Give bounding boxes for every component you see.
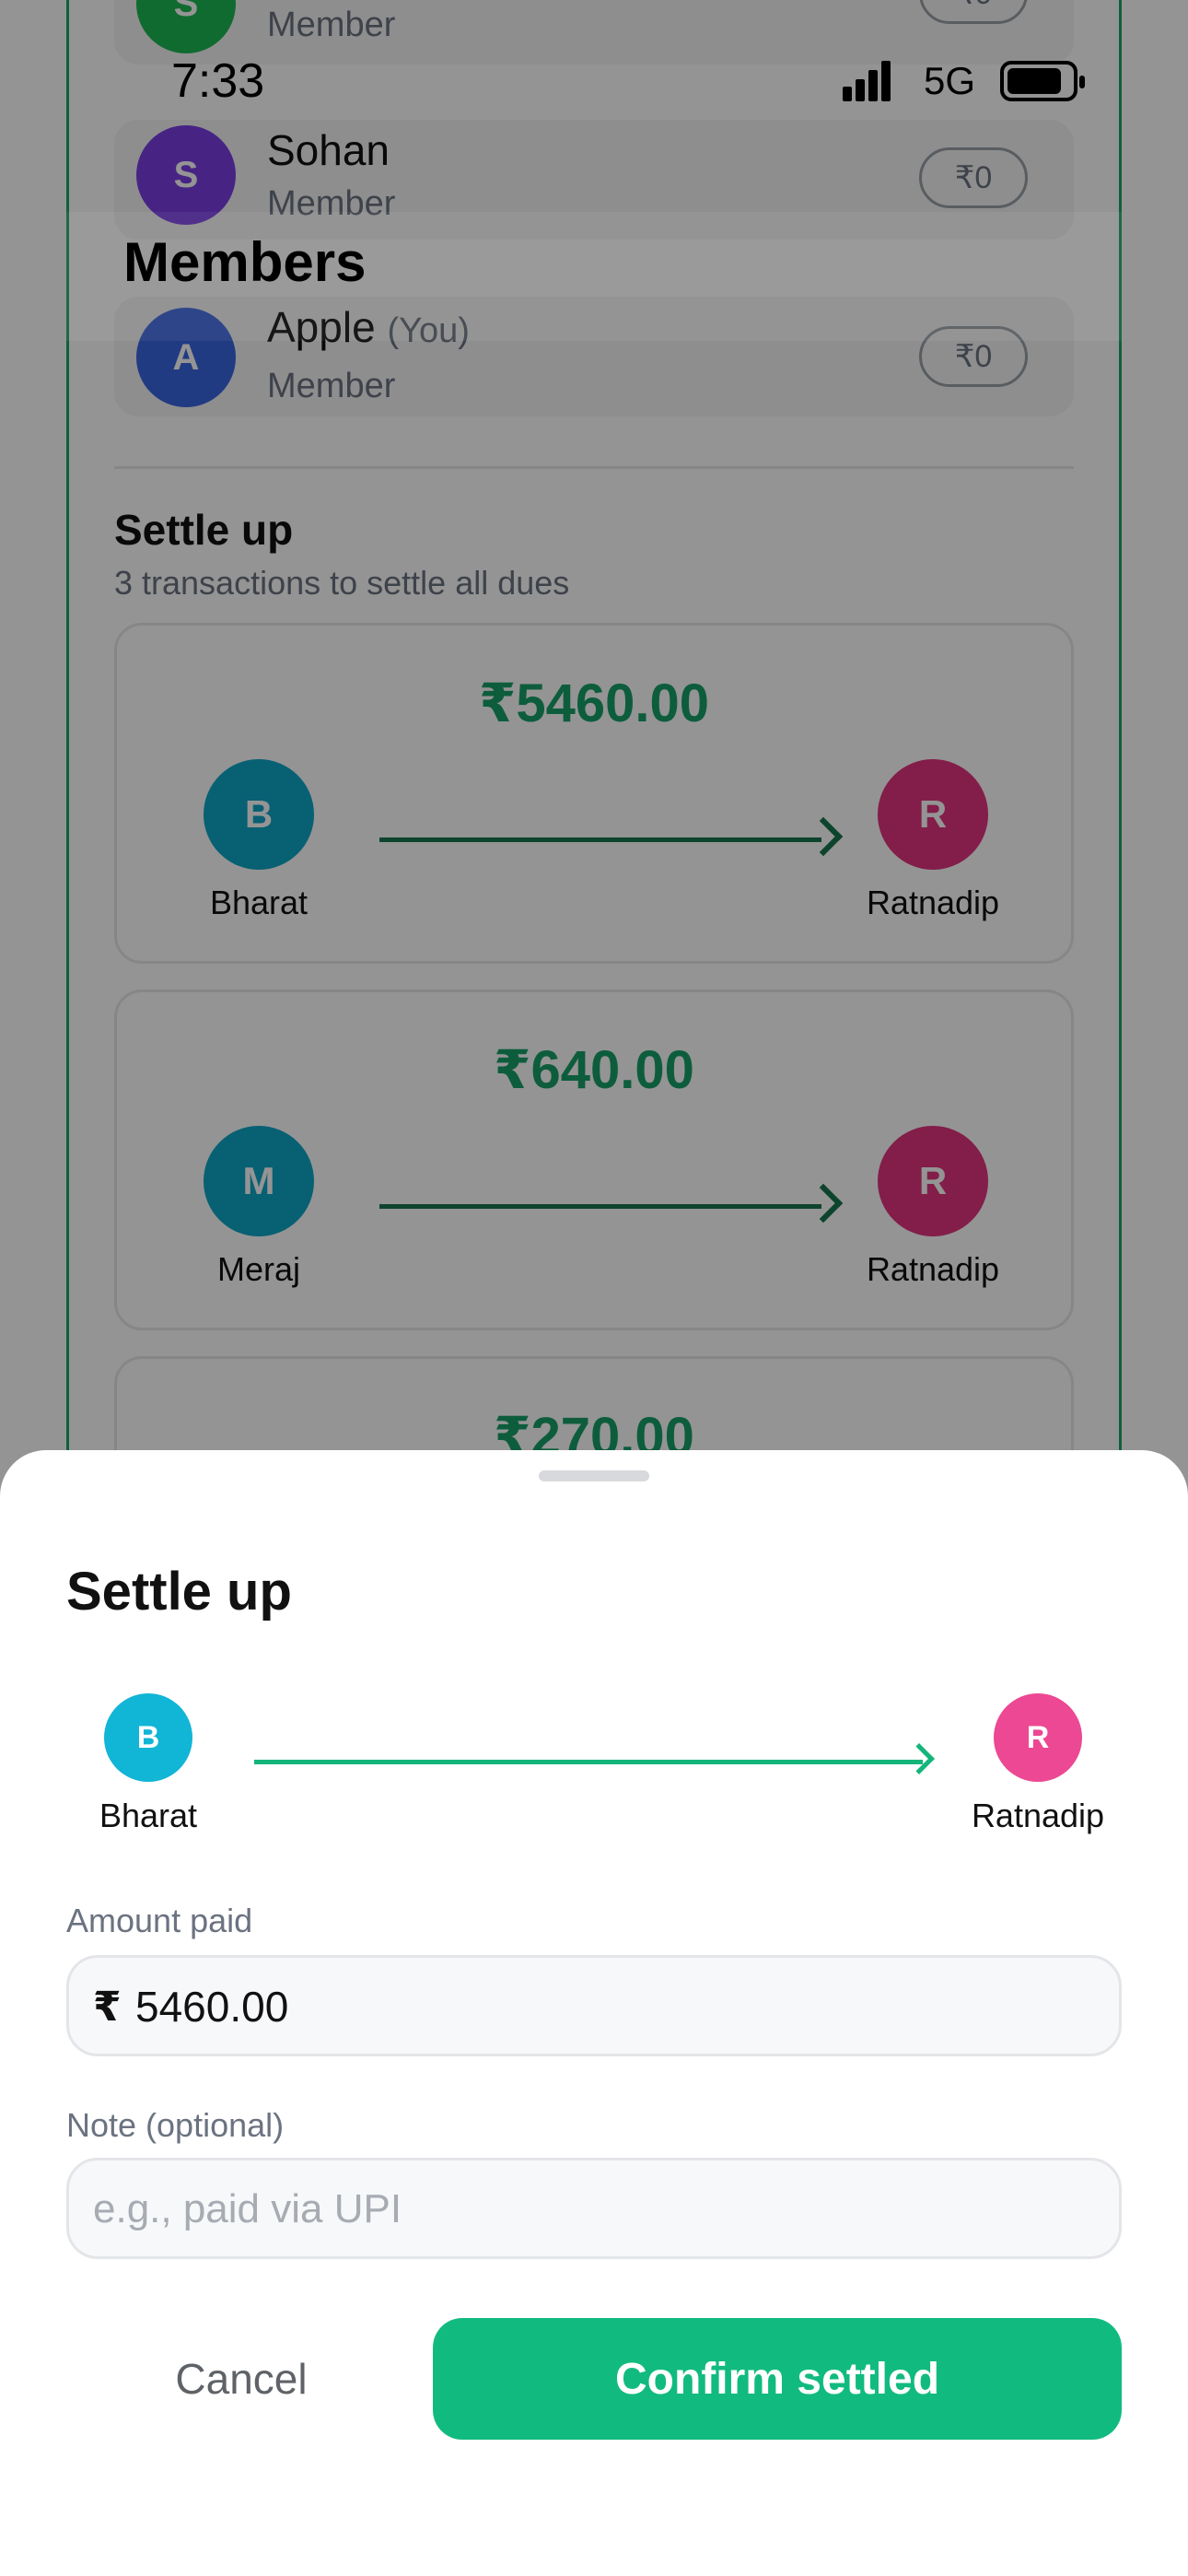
avatar-from: B: [104, 1693, 192, 1782]
note-input-placeholder[interactable]: e.g., paid via UPI: [93, 2186, 402, 2232]
amount-input[interactable]: 5460.00: [135, 1982, 288, 2032]
settle-up-sheet: Settle up B Bharat R Ratnadip Amount pai…: [0, 1450, 1188, 2576]
members-header-title: Members: [123, 231, 367, 293]
cancel-button[interactable]: Cancel: [66, 2318, 416, 2440]
amount-field[interactable]: ₹ 5460.00: [66, 1955, 1122, 2056]
note-label: Note (optional): [66, 2106, 285, 2144]
avatar-to: R: [994, 1693, 1082, 1782]
transfer-line: [254, 1760, 923, 1764]
signal-icon: [843, 61, 902, 101]
from-name: Bharat: [99, 1797, 198, 1834]
amount-label: Amount paid: [66, 1902, 253, 1939]
to-name: Ratnadip: [971, 1797, 1105, 1834]
arrow-right-icon: [903, 1743, 935, 1774]
note-field[interactable]: e.g., paid via UPI: [66, 2158, 1122, 2259]
status-time: 7:33: [171, 54, 265, 108]
battery-icon: [1000, 61, 1085, 101]
sheet-title: Settle up: [66, 1562, 292, 1622]
rupee-icon: ₹: [93, 1985, 122, 2030]
confirm-settled-button[interactable]: Confirm settled: [433, 2318, 1122, 2440]
network-label: 5G: [924, 59, 976, 102]
sheet-grabber[interactable]: [539, 1470, 649, 1481]
status-bar: 7:33 5G: [0, 0, 1188, 157]
